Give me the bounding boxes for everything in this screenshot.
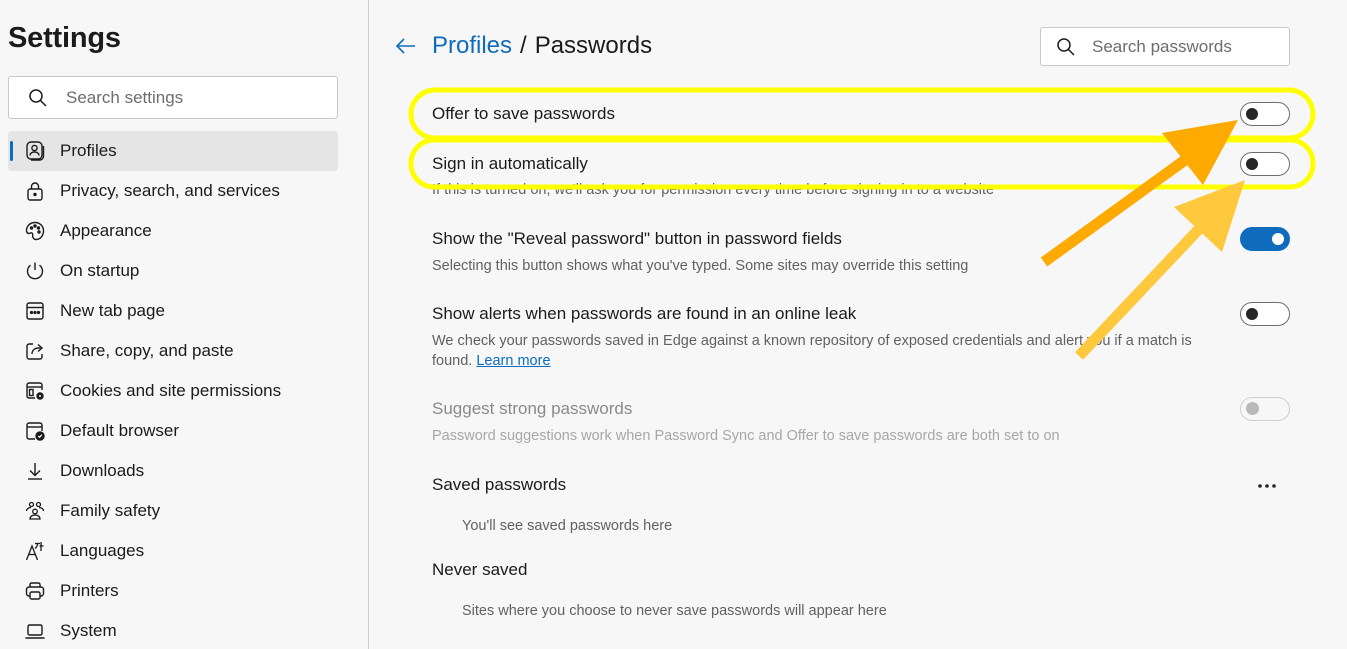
sidebar-item-label: Privacy, search, and services	[60, 181, 280, 200]
setting-description: Password suggestions work when Password …	[432, 428, 1060, 444]
setting-leak-alerts: Show alerts when passwords are found in …	[432, 304, 1292, 371]
laptop-icon	[24, 620, 46, 642]
never-saved-heading: Never saved	[432, 560, 528, 579]
sidebar-item-label: Share, copy, and paste	[60, 341, 234, 360]
sidebar-item-label: Appearance	[60, 221, 152, 240]
setting-reveal-password: Show the "Reveal password" button in pas…	[432, 229, 1292, 276]
sidebar-item-family-safety[interactable]: Family safety	[8, 491, 338, 531]
setting-title: Show alerts when passwords are found in …	[432, 304, 857, 323]
toggle-knob	[1246, 402, 1259, 415]
setting-description: Selecting this button shows what you've …	[432, 258, 969, 274]
share-icon	[24, 340, 46, 362]
settings-search-placeholder: Search settings	[66, 87, 184, 107]
breadcrumb-separator: /	[520, 32, 527, 59]
sidebar-title: Settings	[8, 22, 121, 54]
sidebar-item-new-tab-page[interactable]: New tab page	[8, 291, 338, 331]
sidebar-item-label: On startup	[60, 261, 140, 280]
setting-suggest-strong-passwords: Suggest strong passwords Password sugges…	[432, 399, 1292, 446]
sign-in-automatically-toggle[interactable]	[1240, 152, 1290, 176]
sidebar-item-label: Downloads	[60, 461, 145, 480]
saved-passwords-more-button[interactable]	[1255, 476, 1279, 496]
sidebar-item-label: System	[60, 621, 117, 640]
page-title: Passwords	[534, 32, 653, 59]
power-icon	[24, 260, 46, 282]
saved-passwords-heading: Saved passwords	[432, 475, 567, 494]
setting-title: Show the "Reveal password" button in pas…	[432, 229, 842, 248]
sidebar-item-appearance[interactable]: Appearance	[8, 211, 338, 251]
more-horizontal-icon	[1258, 484, 1276, 488]
sidebar-item-printers[interactable]: Printers	[8, 571, 338, 611]
sidebar-item-label: Printers	[60, 581, 119, 600]
setting-title: Offer to save passwords	[432, 104, 615, 123]
sidebar-item-label: New tab page	[60, 301, 165, 320]
download-icon	[24, 460, 46, 482]
new-tab-icon	[24, 300, 46, 322]
sidebar-item-system[interactable]: System	[8, 611, 338, 649]
palette-icon	[24, 220, 46, 242]
arrow-left-icon[interactable]	[394, 34, 418, 58]
settings-nav: Profiles Privacy, search, and services A…	[8, 131, 338, 649]
sidebar-item-cookies[interactable]: Cookies and site permissions	[8, 371, 338, 411]
search-passwords-input[interactable]: Search passwords	[1040, 27, 1290, 66]
sidebar-item-label: Cookies and site permissions	[60, 381, 282, 400]
sidebar-item-label: Family safety	[60, 501, 161, 520]
search-passwords-placeholder: Search passwords	[1092, 36, 1232, 56]
suggest-strong-passwords-toggle	[1240, 397, 1290, 421]
never-saved-empty-message: Sites where you choose to never save pas…	[462, 603, 887, 619]
default-browser-icon	[24, 420, 46, 442]
sidebar-item-on-startup[interactable]: On startup	[8, 251, 338, 291]
lock-icon	[24, 180, 46, 202]
setting-title: Suggest strong passwords	[432, 399, 633, 418]
search-icon	[1057, 37, 1075, 56]
settings-search-input[interactable]: Search settings	[8, 76, 338, 119]
passwords-page: Profiles / Passwords Search passwords Of…	[370, 0, 1347, 649]
cookies-settings-icon	[24, 380, 46, 402]
leak-alerts-toggle[interactable]	[1240, 302, 1290, 326]
learn-more-link[interactable]: Learn more	[476, 353, 550, 369]
toggle-knob	[1246, 158, 1258, 170]
offer-to-save-toggle[interactable]	[1240, 102, 1290, 126]
breadcrumb: Profiles / Passwords	[432, 32, 652, 60]
toggle-knob	[1246, 308, 1258, 320]
setting-description: If this is turned on, we'll ask you for …	[432, 182, 995, 198]
sidebar-item-label: Default browser	[60, 421, 180, 440]
setting-title: Sign in automatically	[432, 154, 588, 173]
profile-icon	[24, 140, 46, 162]
sidebar-item-label: Languages	[60, 541, 145, 560]
breadcrumb-profiles-link[interactable]: Profiles	[432, 32, 512, 60]
saved-passwords-empty-message: You'll see saved passwords here	[462, 518, 673, 534]
sidebar-item-downloads[interactable]: Downloads	[8, 451, 338, 491]
family-icon	[24, 500, 46, 522]
toggle-knob	[1246, 108, 1258, 120]
sidebar-item-privacy[interactable]: Privacy, search, and services	[8, 171, 338, 211]
sidebar-item-profiles[interactable]: Profiles	[8, 131, 338, 171]
sidebar-item-default-browser[interactable]: Default browser	[8, 411, 338, 451]
sidebar: Settings Search settings Profiles Privac…	[0, 0, 369, 649]
toggle-knob	[1272, 233, 1284, 245]
languages-icon	[24, 540, 46, 562]
sidebar-item-share-copy-paste[interactable]: Share, copy, and paste	[8, 331, 338, 371]
search-icon	[29, 88, 47, 107]
printer-icon	[24, 580, 46, 602]
setting-sign-in-automatically: Sign in automatically If this is turned …	[432, 154, 1292, 200]
setting-description: We check your passwords saved in Edge ag…	[432, 331, 1222, 371]
setting-offer-to-save: Offer to save passwords	[432, 104, 1292, 124]
sidebar-item-languages[interactable]: Languages	[8, 531, 338, 571]
reveal-password-toggle[interactable]	[1240, 227, 1290, 251]
sidebar-item-label: Profiles	[60, 141, 117, 160]
